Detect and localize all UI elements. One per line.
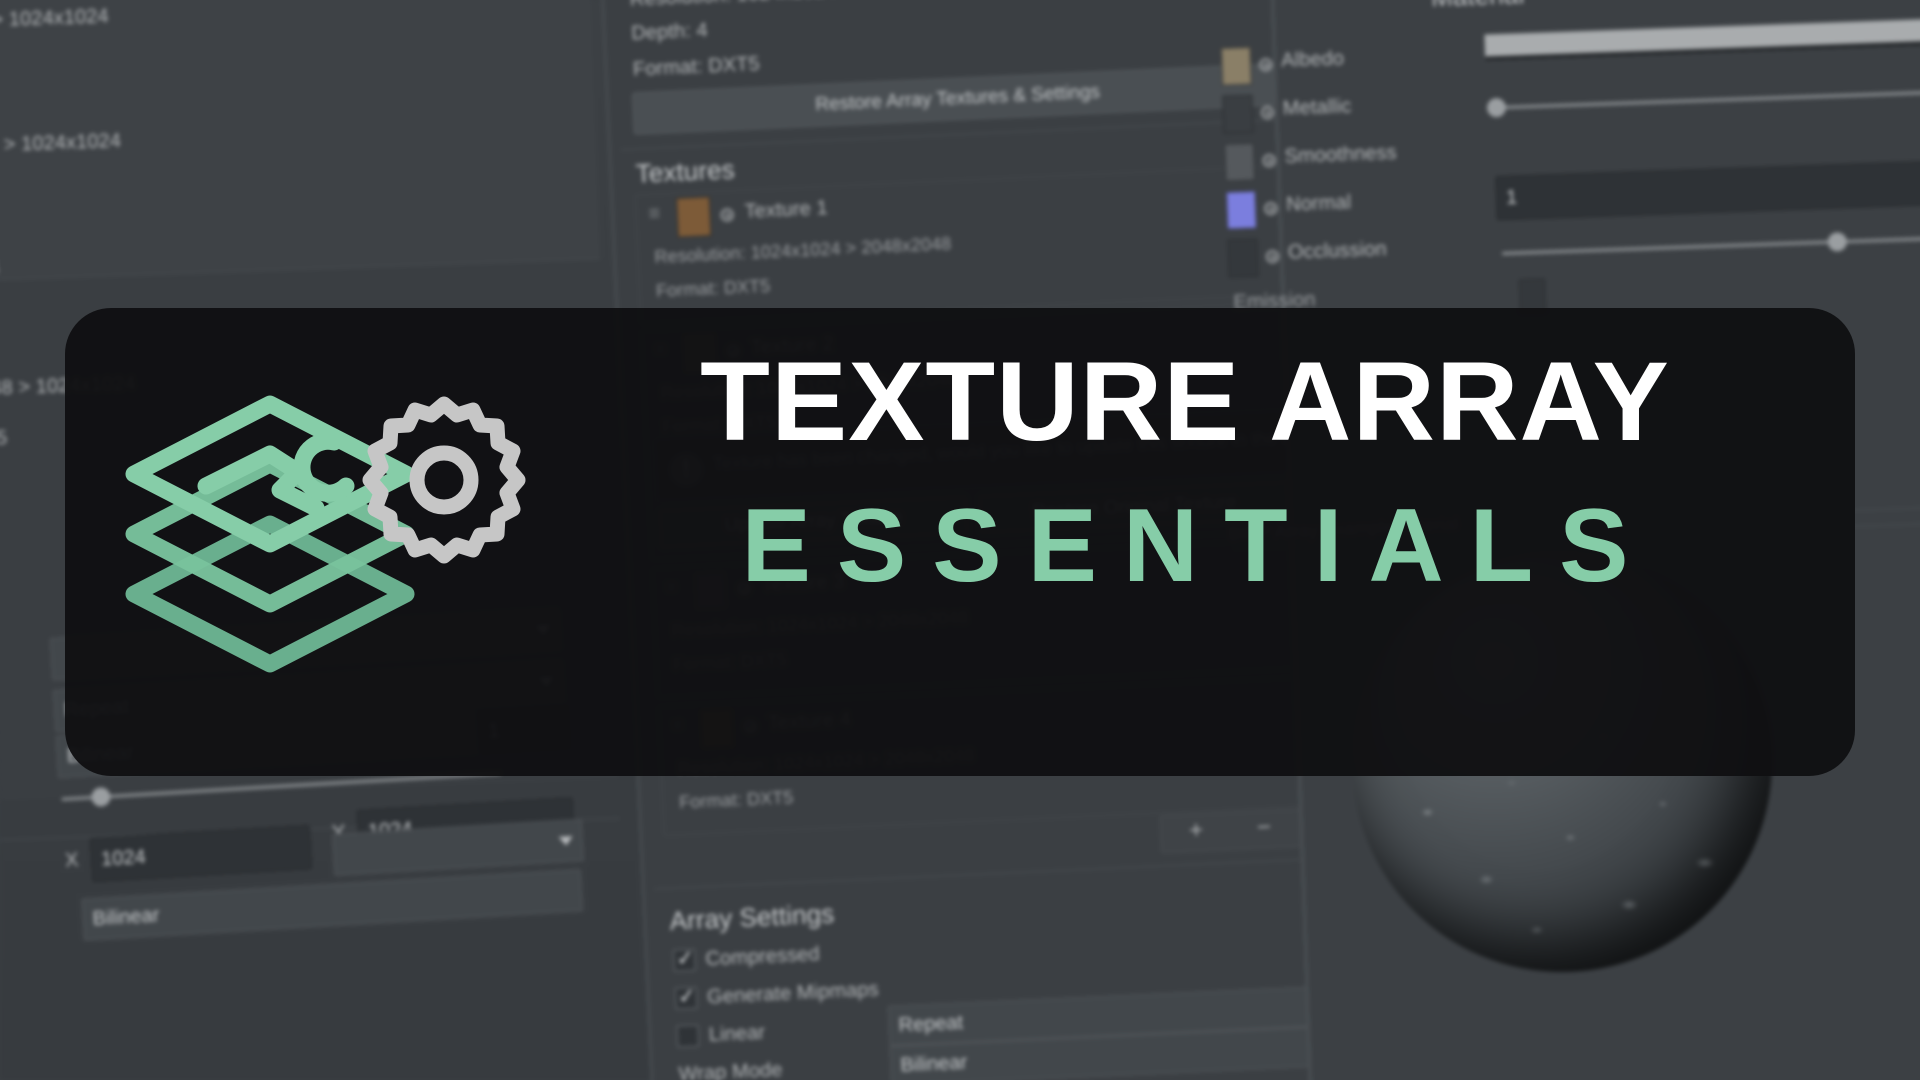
x-label: X: [64, 848, 80, 872]
linear-label: Linear: [708, 1021, 766, 1047]
title-line-1: TEXTURE ARRAY: [700, 339, 1670, 464]
texture-resolution: Resolution: 1024x1024 > 2048x2048: [654, 233, 952, 267]
wrap-mode-value: Repeat: [898, 1011, 964, 1037]
metallic-label: Metallic: [1282, 95, 1352, 120]
title-text-block: TEXTURE ARRAY ESSENTIALS: [535, 324, 1835, 764]
array-depth: Depth: 4: [630, 19, 709, 45]
albedo-label: Albedo: [1280, 47, 1345, 72]
list-footer: + −: [1159, 808, 1317, 854]
texture-object-picker-icon[interactable]: [720, 208, 734, 222]
aniso-slider-knob[interactable]: [90, 786, 111, 808]
filter-mode-popup-left-2[interactable]: Bilinear: [81, 869, 584, 941]
normal-swatch[interactable]: [1225, 190, 1258, 230]
left-row-0: > 1024x1024: [0, 5, 110, 32]
generate-mipmaps-checkbox[interactable]: [674, 986, 698, 1010]
left-row-1: > 1024x1024: [3, 129, 122, 156]
compressed-checkbox[interactable]: [672, 948, 696, 972]
texture-thumbnail[interactable]: [675, 196, 712, 238]
aniso-slider-track[interactable]: [61, 771, 501, 801]
wrap-mode-label: Wrap Mode: [678, 1058, 783, 1080]
metallic-swatch[interactable]: [1222, 94, 1254, 134]
logo-svg: [125, 395, 526, 673]
screenshot-root: > 1024x1024 > 1024x1024 4 48 > 1024x1024…: [0, 0, 1920, 1080]
texture-name: Texture 1: [744, 196, 829, 223]
linear-checkbox[interactable]: [676, 1024, 700, 1048]
occlusion-swatch[interactable]: [1227, 238, 1259, 278]
x-field[interactable]: 1024: [89, 825, 313, 883]
smoothness-swatch[interactable]: [1224, 142, 1256, 182]
remove-texture-button[interactable]: −: [1256, 813, 1271, 842]
texture-format: Format: DXT5: [678, 787, 794, 813]
texture-array-essentials-logo: [120, 326, 540, 746]
textures-header: Textures: [635, 154, 736, 189]
chevron-down-icon: [558, 836, 574, 846]
title-overlay-card: TEXTURE ARRAY ESSENTIALS: [65, 308, 1855, 776]
albedo-swatch[interactable]: [1220, 46, 1252, 86]
occlusion-label: Occlussion: [1287, 238, 1388, 264]
left-row-4: 5: [0, 426, 8, 450]
smoothness-label: Smoothness: [1284, 141, 1398, 168]
normal-label: Normal: [1285, 191, 1352, 216]
filter-mode-value-left-2: Bilinear: [92, 903, 160, 930]
title-line-2: ESSENTIALS: [741, 488, 1655, 604]
add-texture-button[interactable]: +: [1188, 817, 1203, 846]
filter-mode-value: Bilinear: [899, 1050, 968, 1076]
drag-handle-icon[interactable]: ≡: [648, 202, 662, 226]
texture-format: Format: DXT5: [655, 275, 771, 301]
